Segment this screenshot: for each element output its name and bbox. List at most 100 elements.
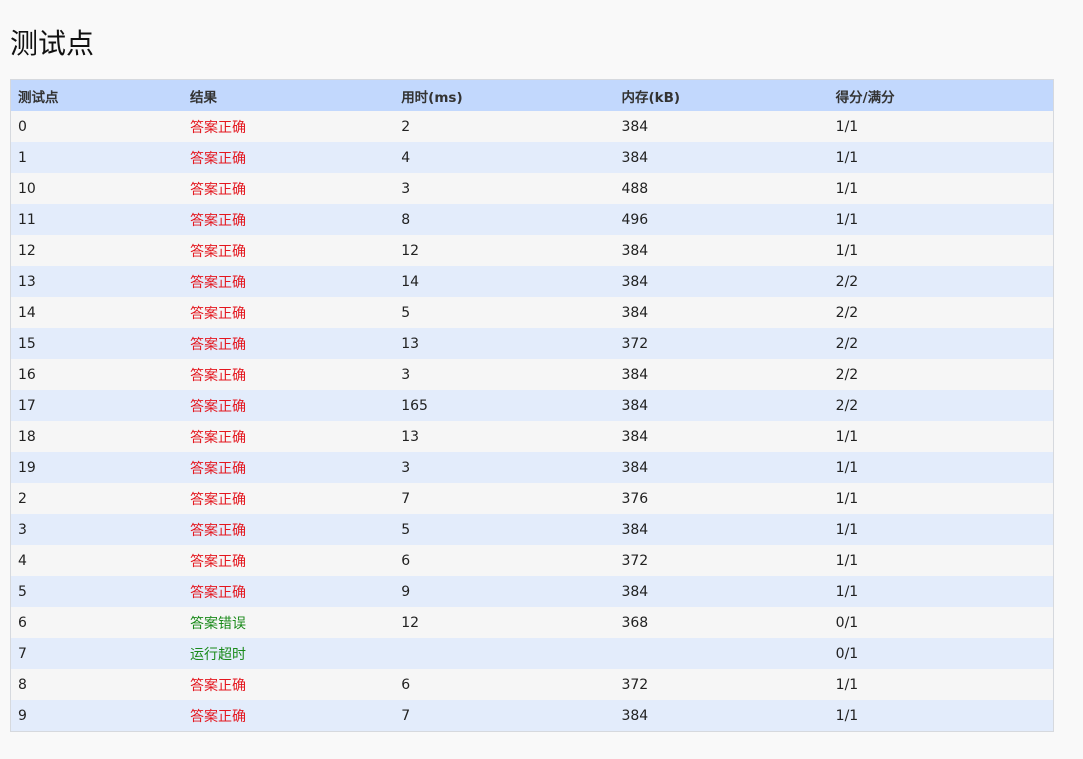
- cell-score: 1/1: [828, 514, 1054, 545]
- table-row: 11 答案正确 8 496 1/1: [10, 204, 1054, 235]
- header-test-point: 测试点: [10, 79, 183, 111]
- cell-time: 3: [394, 359, 615, 390]
- cell-result: 答案正确: [182, 111, 395, 142]
- header-score: 得分/满分: [828, 79, 1054, 111]
- table-row: 16 答案正确 3 384 2/2: [10, 359, 1054, 390]
- cell-result: 答案正确: [182, 669, 395, 700]
- cell-memory: 384: [614, 514, 829, 545]
- cell-time: 9: [394, 576, 615, 607]
- cell-memory: 372: [614, 669, 829, 700]
- cell-test-point: 15: [10, 328, 183, 359]
- cell-memory: 384: [614, 142, 829, 173]
- cell-memory: 384: [614, 390, 829, 421]
- cell-score: 1/1: [828, 669, 1054, 700]
- cell-time: 5: [394, 514, 615, 545]
- cell-time: 3: [394, 173, 615, 204]
- cell-memory: 488: [614, 173, 829, 204]
- cell-result: 答案错误: [182, 607, 395, 638]
- table-row: 12 答案正确 12 384 1/1: [10, 235, 1054, 266]
- cell-memory: 372: [614, 545, 829, 576]
- cell-score: 1/1: [828, 545, 1054, 576]
- cell-time: 165: [394, 390, 615, 421]
- cell-result: 答案正确: [182, 576, 395, 607]
- cell-test-point: 5: [10, 576, 183, 607]
- cell-time: 6: [394, 669, 615, 700]
- cell-time: 8: [394, 204, 615, 235]
- cell-test-point: 14: [10, 297, 183, 328]
- cell-test-point: 0: [10, 111, 183, 142]
- cell-test-point: 12: [10, 235, 183, 266]
- cell-time: 13: [394, 328, 615, 359]
- cell-memory: 496: [614, 204, 829, 235]
- cell-time: 12: [394, 235, 615, 266]
- cell-result: 答案正确: [182, 328, 395, 359]
- table-row: 15 答案正确 13 372 2/2: [10, 328, 1054, 359]
- cell-time: 12: [394, 607, 615, 638]
- cell-time: 6: [394, 545, 615, 576]
- table-row: 9 答案正确 7 384 1/1: [10, 700, 1054, 732]
- cell-memory: 368: [614, 607, 829, 638]
- cell-result: 运行超时: [182, 638, 395, 669]
- cell-result: 答案正确: [182, 204, 395, 235]
- cell-result: 答案正确: [182, 452, 395, 483]
- cell-test-point: 3: [10, 514, 183, 545]
- cell-result: 答案正确: [182, 142, 395, 173]
- cell-test-point: 11: [10, 204, 183, 235]
- cell-memory: 384: [614, 359, 829, 390]
- cell-test-point: 2: [10, 483, 183, 514]
- table-row: 8 答案正确 6 372 1/1: [10, 669, 1054, 700]
- cell-test-point: 1: [10, 142, 183, 173]
- table-row: 2 答案正确 7 376 1/1: [10, 483, 1054, 514]
- cell-memory: 384: [614, 266, 829, 297]
- table-row: 5 答案正确 9 384 1/1: [10, 576, 1054, 607]
- cell-time: 2: [394, 111, 615, 142]
- table-row: 18 答案正确 13 384 1/1: [10, 421, 1054, 452]
- table-row: 7 运行超时 0/1: [10, 638, 1054, 669]
- cell-result: 答案正确: [182, 545, 395, 576]
- cell-time: 5: [394, 297, 615, 328]
- page-title: 测试点: [10, 27, 95, 60]
- cell-test-point: 7: [10, 638, 183, 669]
- cell-test-point: 8: [10, 669, 183, 700]
- cell-memory: 384: [614, 235, 829, 266]
- cell-score: 1/1: [828, 483, 1054, 514]
- table-row: 13 答案正确 14 384 2/2: [10, 266, 1054, 297]
- cell-result: 答案正确: [182, 359, 395, 390]
- cell-memory: [614, 638, 829, 669]
- cell-test-point: 17: [10, 390, 183, 421]
- table-row: 4 答案正确 6 372 1/1: [10, 545, 1054, 576]
- cell-test-point: 6: [10, 607, 183, 638]
- cell-test-point: 16: [10, 359, 183, 390]
- page: 测试点 测试点 结果 用时(ms) 内存(kB) 得分/满分 0 答案正确 2 384…: [0, 0, 1083, 759]
- cell-test-point: 10: [10, 173, 183, 204]
- cell-score: 1/1: [828, 235, 1054, 266]
- cell-result: 答案正确: [182, 266, 395, 297]
- table-row: 17 答案正确 165 384 2/2: [10, 390, 1054, 421]
- cell-score: 1/1: [828, 142, 1054, 173]
- table-row: 0 答案正确 2 384 1/1: [10, 111, 1054, 142]
- cell-memory: 384: [614, 297, 829, 328]
- cell-score: 1/1: [828, 111, 1054, 142]
- table-row: 10 答案正确 3 488 1/1: [10, 173, 1054, 204]
- cell-memory: 384: [614, 576, 829, 607]
- cell-score: 1/1: [828, 204, 1054, 235]
- cell-result: 答案正确: [182, 173, 395, 204]
- cell-result: 答案正确: [182, 421, 395, 452]
- cell-time: 7: [394, 483, 615, 514]
- cell-score: 2/2: [828, 297, 1054, 328]
- cell-result: 答案正确: [182, 297, 395, 328]
- cell-memory: 372: [614, 328, 829, 359]
- cell-memory: 384: [614, 111, 829, 142]
- cell-time: [394, 638, 615, 669]
- cell-memory: 376: [614, 483, 829, 514]
- cell-score: 1/1: [828, 452, 1054, 483]
- cell-result: 答案正确: [182, 390, 395, 421]
- cell-time: 3: [394, 452, 615, 483]
- cell-score: 0/1: [828, 607, 1054, 638]
- table-body: 0 答案正确 2 384 1/1 1 答案正确 4 384 1/1 10 答案正确 3 488 1/1 11 答…: [10, 111, 1054, 732]
- table-row: 14 答案正确 5 384 2/2: [10, 297, 1054, 328]
- header-memory: 内存(kB): [614, 79, 829, 111]
- cell-score: 2/2: [828, 328, 1054, 359]
- test-results-table: 测试点 结果 用时(ms) 内存(kB) 得分/满分 0 答案正确 2 384 1/1 1…: [10, 79, 1054, 732]
- cell-memory: 384: [614, 421, 829, 452]
